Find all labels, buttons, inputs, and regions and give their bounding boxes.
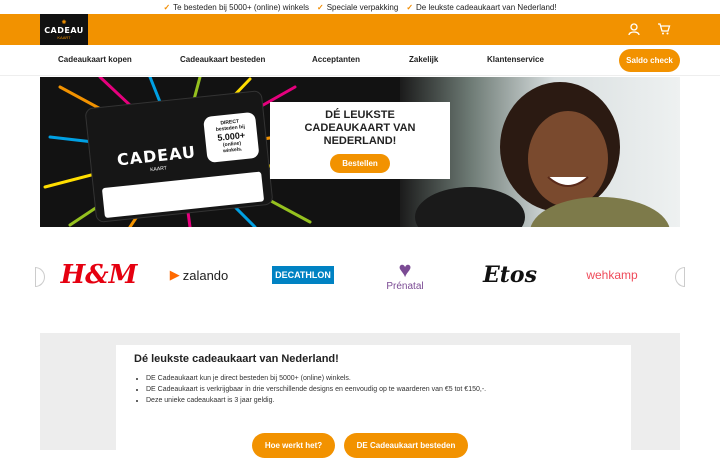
- site-header: ✺ CADEAU KAART: [0, 14, 720, 45]
- nav-item-cadeaukaart-kopen[interactable]: Cadeaukaart kopen: [58, 55, 132, 64]
- brand-name: Prénatal: [386, 280, 424, 292]
- hero-title-line: DÉ LEUKSTE: [325, 109, 395, 121]
- info-section: Dé leukste cadeaukaart van Nederland! DE…: [40, 333, 680, 458]
- card-brand-subtext: KAART: [149, 165, 168, 174]
- brand-name: Etos: [483, 262, 537, 288]
- usp-text: Speciale verpakking: [326, 2, 399, 12]
- info-bullet: Deze unieke cadeaukaart is 3 jaar geldig…: [146, 397, 613, 404]
- nav-item-acceptanten[interactable]: Acceptanten: [312, 55, 360, 64]
- usp-item: ✓ Te besteden bij 5000+ (online) winkels: [163, 3, 309, 12]
- hero-title-line: NEDERLAND!: [323, 135, 397, 147]
- usp-item: ✓ Speciale verpakking: [317, 3, 398, 12]
- brand-name: wehkamp: [586, 268, 638, 282]
- usp-text: De leukste cadeaukaart van Nederland!: [416, 2, 557, 12]
- hoe-werkt-het-button[interactable]: Hoe werkt het?: [252, 433, 335, 458]
- cadeaukaart-besteden-button[interactable]: DE Cadeaukaart besteden: [344, 433, 468, 458]
- brand-name: zalando: [182, 267, 229, 283]
- check-icon: ✓: [406, 2, 414, 12]
- nav-item-zakelijk[interactable]: Zakelijk: [409, 55, 438, 64]
- logo-subtext: KAART: [57, 34, 71, 40]
- gift-card-image: CADEAU KAART DIRECT besteden bij 5.000+ …: [84, 90, 274, 223]
- info-bullet: DE Cadeaukaart is verkrijgbaar in drie v…: [146, 386, 613, 393]
- logo-text: CADEAU: [44, 25, 84, 35]
- usp-item: ✓ De leukste cadeaukaart van Nederland!: [406, 3, 556, 12]
- usp-text: Te besteden bij 5000+ (online) winkels: [173, 2, 310, 12]
- brand-logo-hm[interactable]: H&M: [61, 253, 138, 297]
- usp-bar: ✓ Te besteden bij 5000+ (online) winkels …: [0, 0, 720, 14]
- user-icon[interactable]: [627, 22, 641, 36]
- info-title: Dé leukste cadeaukaart van Nederland!: [134, 353, 339, 365]
- bestellen-button[interactable]: Bestellen: [330, 154, 390, 173]
- heart-icon: ♥: [398, 256, 412, 282]
- info-list: DE Cadeaukaart kun je direct besteden bi…: [134, 375, 613, 404]
- nav-item-cadeaukaart-besteden[interactable]: Cadeaukaart besteden: [180, 55, 265, 64]
- main-nav: Cadeaukaart kopen Cadeaukaart besteden A…: [0, 45, 720, 76]
- brand-logo-prenatal[interactable]: ♥ Prénatal: [380, 253, 430, 297]
- zalando-icon: ▶: [169, 267, 180, 282]
- card-badge: DIRECT besteden bij 5.000+ (online) wink…: [203, 111, 260, 164]
- brand-logo-decathlon[interactable]: DECATHLON: [271, 253, 335, 297]
- carousel-next-arrow[interactable]: [675, 267, 685, 287]
- info-card: Dé leukste cadeaukaart van Nederland! DE…: [116, 345, 631, 458]
- cart-icon[interactable]: [657, 22, 671, 36]
- carousel-prev-arrow[interactable]: [35, 267, 45, 287]
- info-bullet: DE Cadeaukaart kun je direct besteden bi…: [146, 375, 613, 382]
- saldo-check-button[interactable]: Saldo check: [619, 49, 680, 72]
- site-logo[interactable]: ✺ CADEAU KAART: [40, 14, 88, 45]
- hero-message-box: DÉ LEUKSTE CADEAUKAART VAN NEDERLAND! Be…: [270, 102, 450, 179]
- check-icon: ✓: [317, 2, 324, 12]
- brand-name: DECATHLON: [272, 266, 334, 284]
- brand-logo-zalando[interactable]: ▶ zalando: [164, 253, 234, 297]
- brand-logo-wehkamp[interactable]: wehkamp: [578, 253, 646, 297]
- brand-carousel: H&M ▶ zalando DECATHLON ♥ Prénatal Etos …: [35, 245, 685, 305]
- brand-name: H&M: [60, 260, 138, 290]
- check-icon: ✓: [163, 2, 171, 12]
- hero-title-line: CADEAUKAART VAN: [304, 122, 416, 134]
- nav-item-klantenservice[interactable]: Klantenservice: [487, 55, 544, 64]
- brand-logo-etos[interactable]: Etos: [480, 253, 540, 297]
